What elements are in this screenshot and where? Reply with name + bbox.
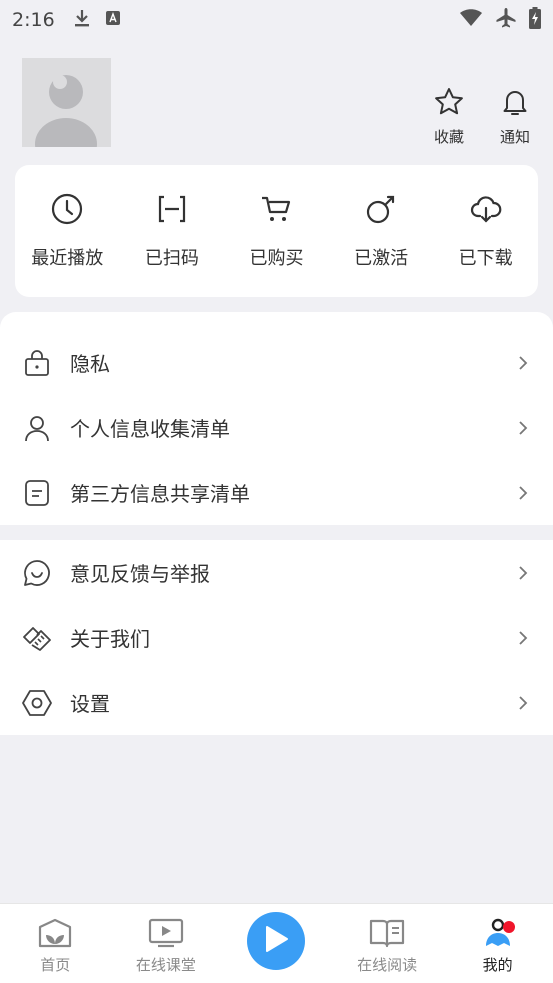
menu-section-general: 意见反馈与举报 关于我们 设置	[0, 540, 553, 735]
profile-header: 收藏 通知	[0, 40, 553, 160]
menu-section-privacy: 隐私 个人信息收集清单 第三方信息共享清单	[0, 312, 553, 525]
menu-item-label: 意见反馈与举报	[70, 562, 210, 586]
video-screen-icon	[148, 918, 184, 952]
favorites-button[interactable]: 收藏	[429, 86, 469, 147]
chevron-right-icon	[515, 485, 531, 501]
menu-item-settings[interactable]: 设置	[0, 670, 553, 735]
bell-icon	[499, 86, 531, 122]
lock-icon	[22, 348, 52, 378]
menu-item-label: 第三方信息共享清单	[70, 482, 250, 506]
menu-item-about-us[interactable]: 关于我们	[0, 605, 553, 670]
play-icon	[262, 924, 290, 958]
open-book-icon	[369, 918, 405, 952]
status-time: 2:16	[12, 9, 55, 31]
quick-item-label: 已激活	[354, 248, 409, 269]
clock-icon	[50, 192, 84, 230]
menu-item-privacy[interactable]: 隐私	[0, 330, 553, 395]
nav-play[interactable]	[221, 904, 332, 970]
avatar[interactable]	[22, 58, 111, 147]
chevron-right-icon	[515, 695, 531, 711]
app-status-icon	[105, 10, 121, 30]
nav-online-classroom[interactable]: 在线课堂	[111, 904, 222, 975]
chevron-right-icon	[515, 355, 531, 371]
status-bar: 2:16	[0, 0, 553, 40]
cart-icon	[259, 192, 293, 230]
bottom-nav: 首页 在线课堂 在线阅读 我的	[0, 903, 553, 983]
nav-home[interactable]: 首页	[0, 904, 111, 975]
menu-item-label: 隐私	[70, 352, 110, 376]
menu-item-third-party-sharing[interactable]: 第三方信息共享清单	[0, 460, 553, 525]
chevron-right-icon	[515, 630, 531, 646]
menu-item-personal-info-list[interactable]: 个人信息收集清单	[0, 395, 553, 460]
nav-label: 在线阅读	[357, 956, 418, 974]
play-button[interactable]	[247, 912, 306, 970]
nav-label: 首页	[40, 956, 71, 974]
quick-scanned[interactable]: 已扫码	[122, 192, 222, 270]
menu-item-label: 设置	[70, 692, 110, 716]
chevron-right-icon	[515, 565, 531, 581]
wifi-icon	[459, 9, 483, 31]
favorites-label: 收藏	[433, 128, 464, 146]
chevron-right-icon	[515, 420, 531, 436]
hexagon-settings-icon	[22, 688, 52, 718]
download-status-icon	[73, 8, 91, 32]
menu-item-label: 个人信息收集清单	[70, 417, 230, 441]
chat-smile-icon	[22, 558, 52, 588]
nav-online-reading[interactable]: 在线阅读	[332, 904, 443, 975]
quick-recent-play[interactable]: 最近播放	[17, 192, 117, 270]
nav-label: 在线课堂	[135, 956, 196, 974]
nav-mine[interactable]: 我的	[442, 904, 553, 975]
menu-item-label: 关于我们	[70, 627, 150, 651]
document-icon	[22, 478, 52, 508]
quick-item-label: 已扫码	[144, 248, 199, 269]
person-icon	[22, 413, 52, 443]
quick-purchased[interactable]: 已购买	[226, 192, 326, 270]
quick-downloaded[interactable]: 已下载	[436, 192, 536, 270]
quick-activated[interactable]: 已激活	[331, 192, 431, 270]
cloud-download-icon	[469, 192, 503, 230]
scan-icon	[155, 192, 189, 230]
quick-item-label: 已下载	[458, 248, 513, 269]
menu-item-feedback[interactable]: 意见反馈与举报	[0, 540, 553, 605]
activate-icon	[364, 192, 398, 230]
nav-label: 我的	[482, 956, 513, 974]
home-sprout-icon	[37, 918, 73, 952]
quick-item-label: 已购买	[249, 248, 304, 269]
airplane-icon	[495, 7, 517, 33]
notifications-button[interactable]: 通知	[495, 86, 535, 147]
handshake-icon	[22, 623, 52, 653]
notifications-label: 通知	[499, 128, 530, 146]
quick-item-label: 最近播放	[31, 248, 104, 269]
battery-charging-icon	[529, 7, 541, 33]
star-icon	[433, 86, 465, 122]
quick-actions-card: 最近播放 已扫码 已购买 已激活 已下载	[15, 165, 538, 297]
